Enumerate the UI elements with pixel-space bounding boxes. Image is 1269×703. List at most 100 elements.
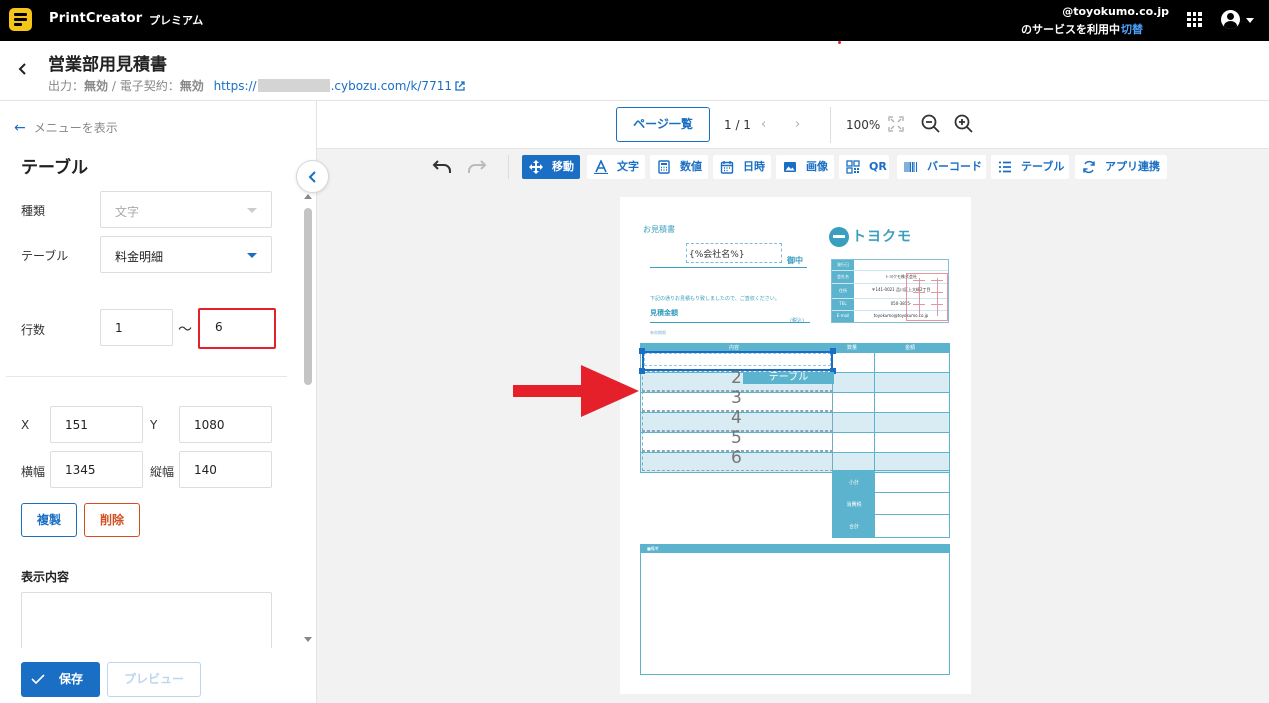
- scroll-down-icon[interactable]: [304, 637, 312, 642]
- summary-table[interactable]: 小計 消費税 合計: [832, 470, 950, 538]
- tool-image[interactable]: 画像: [776, 155, 834, 179]
- due-date-label[interactable]: 有効期限: [650, 330, 666, 336]
- show-menu-link[interactable]: ← メニューを表示: [14, 119, 118, 136]
- url-suffix: .cybozu.com/k/7711: [330, 79, 452, 93]
- company-seal-stamp[interactable]: [906, 273, 948, 321]
- page-list-button[interactable]: ページ一覧: [616, 107, 710, 142]
- table-select[interactable]: 料金明細: [100, 236, 272, 273]
- tool-number[interactable]: 数値: [650, 155, 708, 179]
- notes-box[interactable]: ■備考: [640, 544, 950, 675]
- app-url-link[interactable]: https:// .cybozu.com/k/7711: [214, 79, 466, 93]
- next-page-icon[interactable]: ›: [795, 117, 800, 132]
- collapse-panel-button[interactable]: [296, 160, 329, 193]
- tool-label: 画像: [806, 160, 828, 173]
- fit-screen-icon[interactable]: [888, 116, 904, 132]
- panel-scrollbar[interactable]: [304, 208, 312, 385]
- zoom-level: 100%: [846, 118, 881, 132]
- rows-to-input[interactable]: 6: [198, 308, 276, 349]
- x-label: X: [21, 418, 30, 432]
- duplicate-button[interactable]: 複製: [21, 503, 77, 537]
- tool-label: QR: [869, 160, 887, 173]
- company-name-field[interactable]: {%会社名%}: [686, 243, 782, 263]
- column-divider: [874, 344, 875, 472]
- subtotal-label: 小計: [848, 480, 859, 486]
- account-icon[interactable]: [1221, 10, 1240, 29]
- account-menu-caret-icon[interactable]: [1246, 18, 1254, 23]
- top-bar: PrintCreator プレミアム @toyokumo.co.jp のサービス…: [0, 0, 1269, 41]
- summary-row-line: [833, 492, 949, 493]
- x-input[interactable]: 151: [50, 406, 143, 443]
- total-label: 合計: [848, 524, 859, 530]
- tool-datetime[interactable]: 日時: [713, 155, 771, 179]
- notification-dot: [838, 41, 841, 44]
- arrow-left-icon: ←: [14, 120, 26, 136]
- tool-move[interactable]: 移動: [522, 155, 580, 179]
- type-select: 文字: [100, 191, 272, 228]
- apps-grid-icon[interactable]: [1187, 12, 1202, 27]
- tool-text[interactable]: 文字: [587, 155, 645, 179]
- tool-qr[interactable]: QR: [839, 155, 889, 179]
- scroll-up-icon[interactable]: [304, 194, 312, 199]
- summary-row-line: [833, 514, 949, 515]
- tax-note[interactable]: (税込): [790, 317, 804, 324]
- content-section-title: 表示内容: [21, 570, 70, 584]
- table-element-tag: テーブル: [743, 372, 834, 384]
- rows-from-input[interactable]: 1: [100, 309, 173, 346]
- row-number: 4: [731, 408, 742, 428]
- intro-text[interactable]: 下記の通りお見積もり致しましたので、ご査収ください。: [650, 295, 780, 302]
- save-label: 保存: [59, 672, 84, 686]
- back-icon[interactable]: [16, 62, 30, 76]
- chevron-left-icon: [308, 171, 316, 183]
- rows-range-separator: 〜: [178, 322, 192, 338]
- calculator-icon: [658, 160, 670, 174]
- redo-icon[interactable]: [467, 159, 487, 175]
- move-icon: [529, 160, 543, 174]
- user-email: @toyokumo.co.jp: [1062, 5, 1169, 18]
- delete-button[interactable]: 削除: [84, 503, 140, 537]
- show-menu-label: メニューを表示: [33, 121, 118, 135]
- service-status: のサービスを利用中: [1021, 23, 1120, 36]
- tool-label: 数値: [680, 160, 702, 173]
- tax-label: 消費税: [846, 502, 862, 508]
- info-key: 住所: [839, 288, 847, 293]
- switch-service-link[interactable]: 切替: [1121, 21, 1143, 37]
- info-key: TEL: [839, 301, 847, 306]
- zoom-out-icon[interactable]: [921, 114, 941, 134]
- tool-table[interactable]: テーブル: [991, 155, 1069, 179]
- list-icon: [999, 161, 1011, 173]
- page-count: 1 / 1: [724, 118, 751, 132]
- row-number: 2: [731, 368, 742, 388]
- width-input[interactable]: 1345: [50, 451, 143, 488]
- printcreator-logo-icon: [9, 8, 32, 31]
- barcode-icon: [904, 162, 918, 172]
- prev-page-icon[interactable]: ‹: [761, 117, 766, 132]
- resize-handle[interactable]: [639, 348, 645, 354]
- notes-label: ■備考: [647, 546, 659, 551]
- y-input[interactable]: 1080: [179, 406, 272, 443]
- tool-barcode[interactable]: バーコード: [897, 155, 986, 179]
- toolbar-divider: [508, 155, 509, 179]
- save-button[interactable]: 保存: [21, 662, 100, 697]
- page-title: 営業部用見積書: [48, 55, 167, 75]
- company-logo-text: トヨクモ: [852, 229, 912, 245]
- type-label: 種類: [21, 204, 46, 218]
- zoom-in-icon[interactable]: [954, 114, 974, 134]
- page-header: 営業部用見積書 出力：無効 / 電子契約：無効 https://.cybozu.…: [0, 41, 1269, 101]
- chevron-down-icon: [247, 253, 257, 258]
- undo-icon[interactable]: [432, 159, 452, 175]
- document-title[interactable]: お見積書: [643, 224, 675, 235]
- estimate-amount-label[interactable]: 見積金額: [650, 308, 678, 318]
- resize-handle[interactable]: [830, 348, 836, 354]
- tool-label: バーコード: [927, 160, 982, 173]
- page-subtitle: 出力：無効 / 電子契約：無効 https://.cybozu.com/k/77…: [48, 77, 466, 94]
- toyokumo-logo-icon: [829, 227, 849, 247]
- height-input[interactable]: 140: [179, 451, 272, 488]
- property-panel: ← メニューを表示 テーブル 種類 文字 テーブル 料金明細 行数 1 〜 6 X…: [0, 101, 329, 703]
- preview-button[interactable]: プレビュー: [107, 662, 201, 697]
- divider: [6, 376, 287, 377]
- honorific-label[interactable]: 御中: [787, 255, 803, 266]
- y-label: Y: [150, 418, 158, 432]
- table-value: 料金明細: [115, 250, 164, 264]
- content-textarea[interactable]: [21, 592, 272, 652]
- tool-app-link[interactable]: アプリ連携: [1075, 155, 1167, 179]
